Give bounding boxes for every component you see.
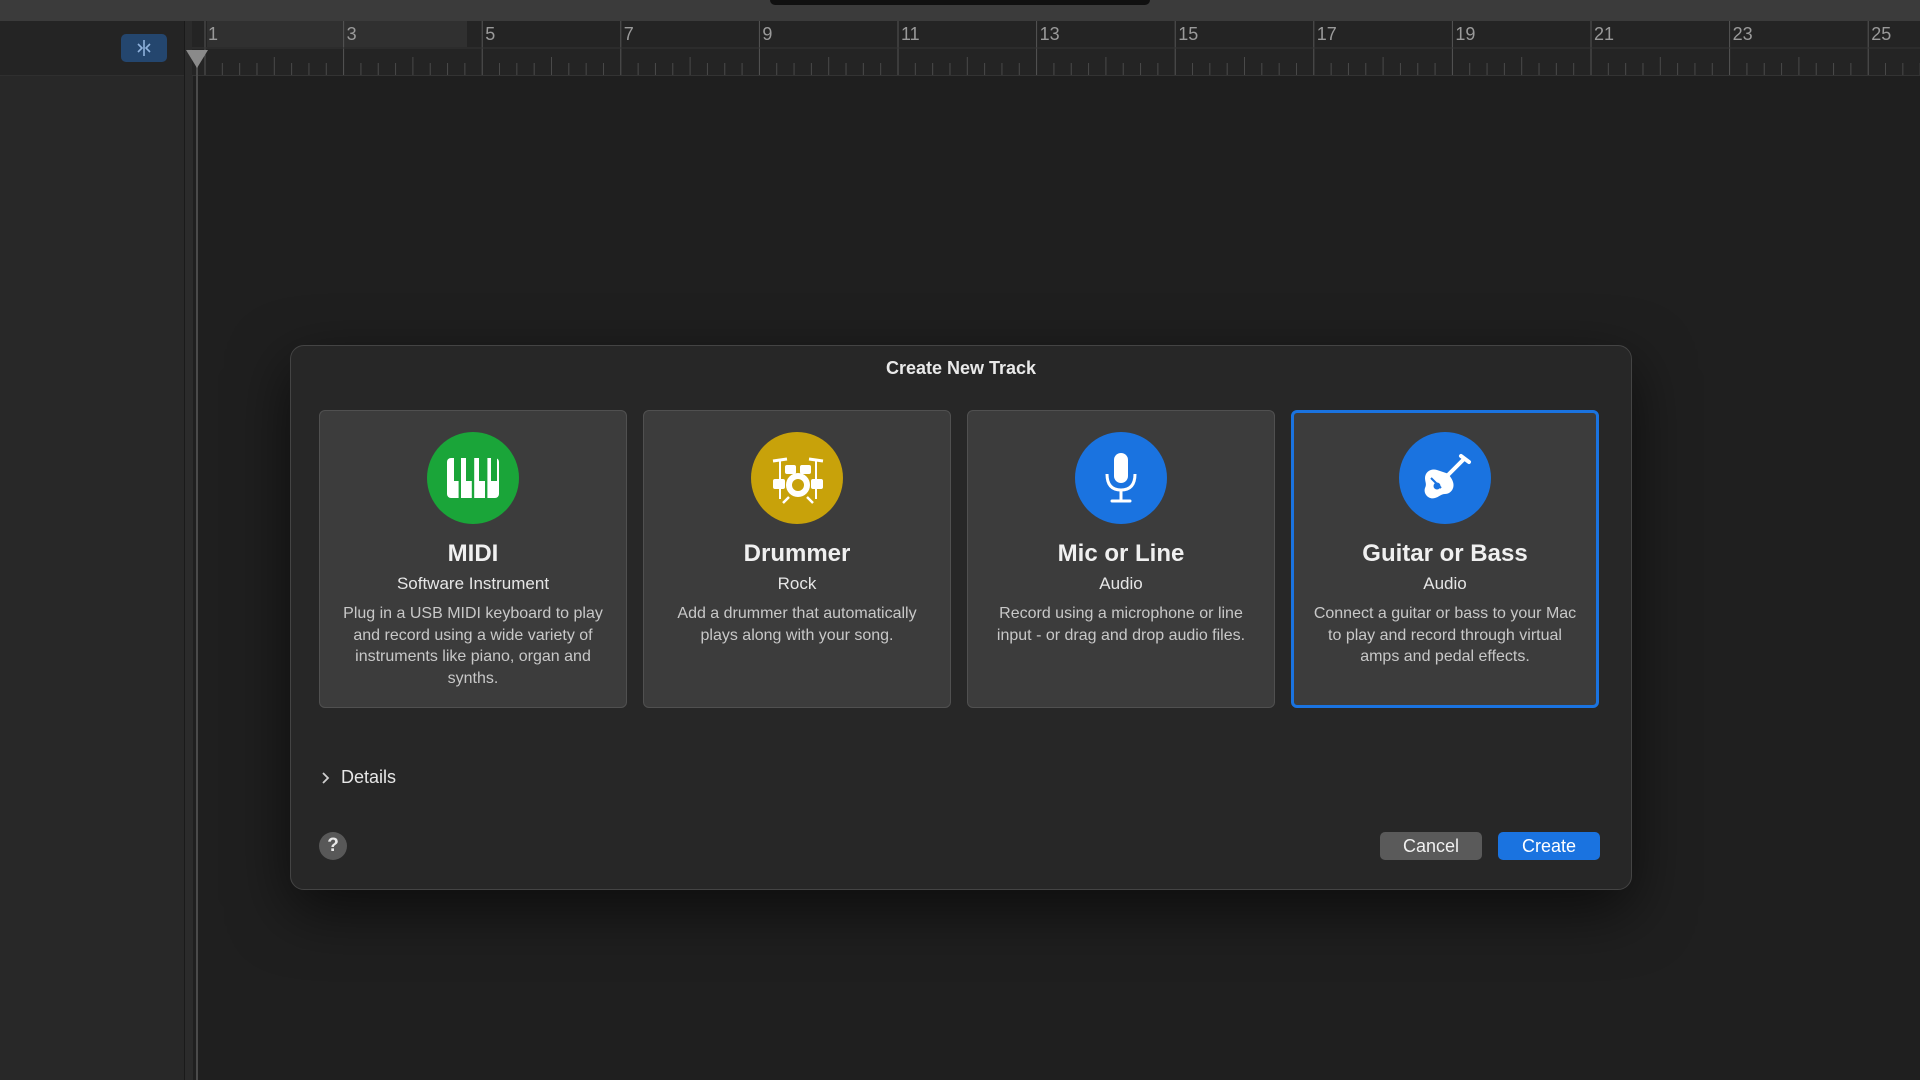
- track-header-toolbar: [0, 21, 184, 76]
- card-title: Mic or Line: [1057, 540, 1185, 567]
- playhead-handle[interactable]: [186, 50, 208, 68]
- card-title: MIDI: [447, 540, 499, 567]
- card-subtitle: Audio: [1423, 574, 1467, 593]
- card-description: Plug in a USB MIDI keyboard to play and …: [343, 605, 603, 687]
- guitar-icon: [1399, 432, 1491, 524]
- dialog-title: Create New Track: [885, 358, 1037, 378]
- card-subtitle: Software Instrument: [396, 574, 550, 593]
- drum-kit-icon: [751, 432, 843, 524]
- card-description: Connect a guitar or bass to your Mac to …: [1313, 605, 1577, 665]
- bar-number: 15: [1178, 24, 1199, 44]
- panel-divider[interactable]: [184, 21, 193, 1080]
- piano-keys-icon: [427, 432, 519, 524]
- microphone-icon: [1075, 432, 1167, 524]
- card-title: Guitar or Bass: [1362, 540, 1528, 567]
- card-description: Record using a microphone or line input …: [996, 605, 1246, 644]
- card-title: Drummer: [743, 540, 851, 567]
- bar-ruler[interactable]: 1 3 5 7 9 11 13 15 17 19 21 23 25: [192, 21, 1920, 76]
- bar-number: 11: [901, 24, 920, 44]
- track-header-panel: [0, 21, 184, 1080]
- title-bar: [0, 0, 1920, 21]
- bar-number: 21: [1594, 24, 1615, 44]
- bar-number: 13: [1039, 24, 1060, 44]
- playhead-line: [196, 58, 198, 1080]
- bar-number: 23: [1732, 24, 1753, 44]
- bar-number: 3: [346, 24, 357, 44]
- track-type-card-midi[interactable]: MIDI Software Instrument Plug in a USB M…: [319, 410, 627, 708]
- details-disclosure[interactable]: Details: [321, 767, 396, 788]
- bar-number: 25: [1871, 24, 1892, 44]
- create-new-track-dialog: Create New Track MIDI Software Instrumen…: [290, 345, 1632, 890]
- help-button[interactable]: ?: [319, 832, 347, 860]
- track-type-card-drummer[interactable]: Drummer Rock Add a drummer that automati…: [643, 410, 951, 708]
- details-label: Details: [341, 767, 397, 787]
- catch-playhead-button[interactable]: [121, 34, 167, 62]
- bar-number: 1: [208, 24, 219, 44]
- create-button[interactable]: Create: [1498, 832, 1600, 860]
- bar-number: 7: [623, 24, 634, 44]
- bar-number: 19: [1455, 24, 1476, 44]
- cancel-button[interactable]: Cancel: [1380, 832, 1482, 860]
- track-type-card-mic-or-line[interactable]: Mic or Line Audio Record using a microph…: [967, 410, 1275, 708]
- card-description: Add a drummer that automatically plays a…: [677, 605, 917, 644]
- bar-number: 17: [1316, 24, 1337, 44]
- card-subtitle: Rock: [777, 574, 817, 593]
- track-type-card-guitar-or-bass[interactable]: Guitar or Bass Audio Connect a guitar or…: [1291, 410, 1599, 708]
- catch-playhead-icon: [137, 40, 151, 56]
- chevron-right-icon: [322, 771, 330, 784]
- card-subtitle: Audio: [1099, 574, 1143, 593]
- bar-number: 5: [485, 24, 496, 44]
- bar-number: 9: [762, 24, 773, 44]
- camera-notch: [770, 0, 1150, 5]
